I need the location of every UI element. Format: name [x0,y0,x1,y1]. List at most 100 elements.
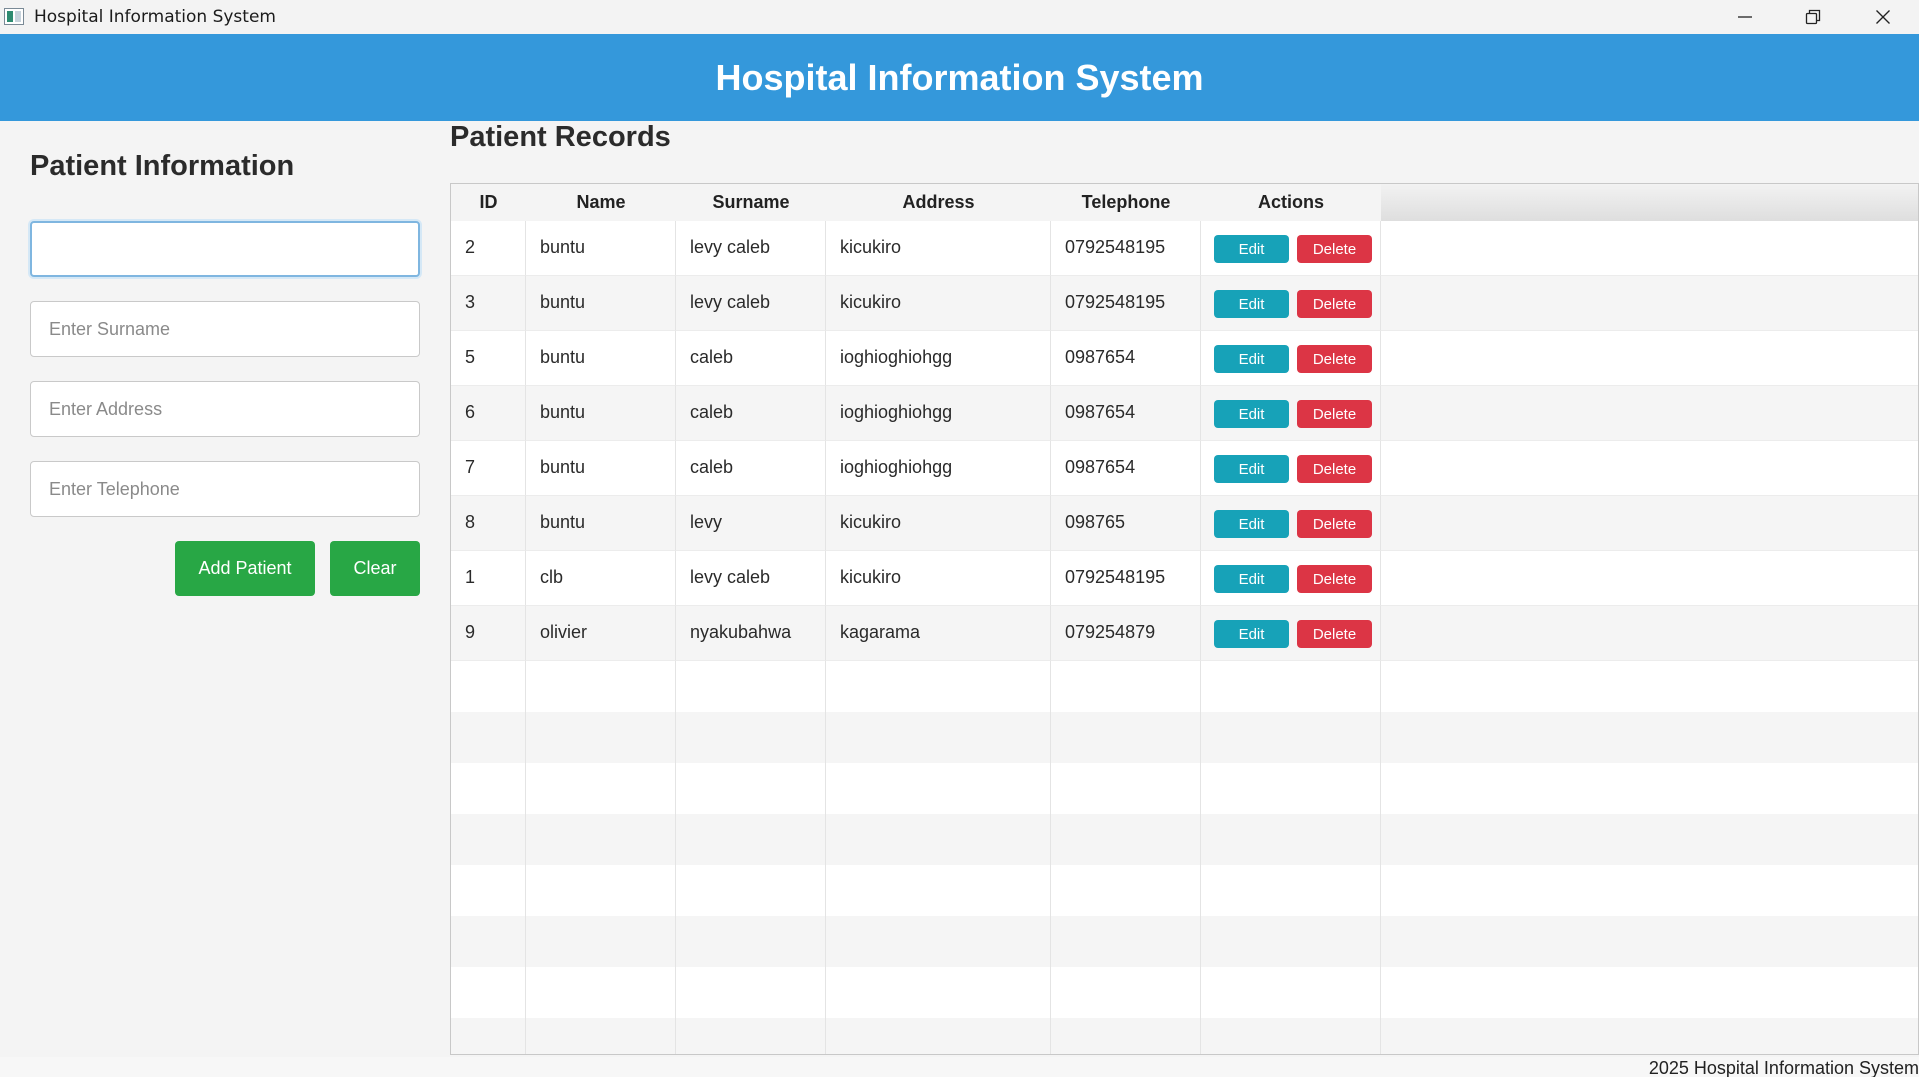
edit-button[interactable]: Edit [1214,345,1289,373]
edit-button[interactable]: Edit [1214,400,1289,428]
clear-button[interactable]: Clear [330,541,420,596]
table-row[interactable]: 1 clb levy caleb kicukiro 0792548195 Edit Dele… [451,551,1918,606]
telephone-input[interactable] [30,461,420,517]
cell-id: 2 [451,221,526,276]
empty-cell [826,814,1051,865]
table-row[interactable]: 2 buntu levy caleb kicukiro 0792548195 Edit De… [451,221,1918,276]
edit-button[interactable]: Edit [1214,455,1289,483]
table-row[interactable]: 3 buntu levy caleb kicukiro 0792548195 Edit De… [451,276,1918,331]
cell-address: ioghioghiohgg [826,331,1051,386]
empty-cell [451,916,526,967]
empty-cell [1051,763,1201,814]
column-header-address[interactable]: Address [826,184,1051,221]
empty-cell [1201,916,1381,967]
empty-table-row [451,1018,1918,1054]
window-title-bar: Hospital Information System [0,0,1919,34]
delete-button[interactable]: Delete [1297,345,1372,373]
cell-telephone: 0987654 [1051,441,1201,496]
restore-button[interactable] [1779,0,1847,34]
edit-button[interactable]: Edit [1214,510,1289,538]
empty-cell [526,814,676,865]
delete-button[interactable]: Delete [1297,400,1372,428]
empty-cell [676,712,826,763]
cell-name: buntu [526,386,676,441]
edit-button[interactable]: Edit [1214,565,1289,593]
table-row[interactable]: 6 buntu caleb ioghioghiohgg 0987654 Edit Delet… [451,386,1918,441]
delete-button[interactable]: Delete [1297,290,1372,318]
cell-address: kicukiro [826,221,1051,276]
empty-table-row [451,967,1918,1018]
delete-button[interactable]: Delete [1297,235,1372,263]
empty-table-row [451,865,1918,916]
empty-table-row [451,916,1918,967]
form-title: Patient Information [30,150,295,182]
close-button[interactable] [1849,0,1917,34]
delete-button[interactable]: Delete [1297,455,1372,483]
table-row[interactable]: 7 buntu caleb ioghioghiohgg 0987654 Edit Delet… [451,441,1918,496]
cell-name: clb [526,551,676,606]
surname-input[interactable] [30,301,420,357]
column-header-surname[interactable]: Surname [676,184,826,221]
empty-cell [826,763,1051,814]
empty-cell [826,1018,1051,1054]
column-header-actions[interactable]: Actions [1201,184,1381,221]
empty-cell [826,967,1051,1018]
edit-button[interactable]: Edit [1214,235,1289,263]
cell-filler [1381,441,1918,496]
cell-name: buntu [526,441,676,496]
empty-cell [1051,712,1201,763]
empty-cell [826,661,1051,712]
cell-surname: caleb [676,386,826,441]
cell-filler [1381,331,1918,386]
cell-filler [1381,763,1918,814]
empty-cell [1051,1018,1201,1054]
table-row[interactable]: 5 buntu caleb ioghioghiohgg 0987654 Edit Delet… [451,331,1918,386]
name-input[interactable] [30,221,420,277]
cell-telephone: 098765 [1051,496,1201,551]
empty-cell [451,865,526,916]
cell-id: 3 [451,276,526,331]
edit-button[interactable]: Edit [1214,290,1289,318]
window-title: Hospital Information System [34,7,276,27]
column-header-id[interactable]: ID [451,184,526,221]
empty-cell [676,967,826,1018]
empty-cell [1201,1018,1381,1054]
cell-name: buntu [526,276,676,331]
cell-telephone: 0792548195 [1051,551,1201,606]
edit-button[interactable]: Edit [1214,620,1289,648]
table-row[interactable]: 9 olivier nyakubahwa kagarama 079254879 Edit D… [451,606,1918,661]
cell-telephone: 0792548195 [1051,276,1201,331]
app-icon [4,8,24,25]
cell-surname: levy caleb [676,276,826,331]
empty-cell [826,712,1051,763]
cell-telephone: 0987654 [1051,386,1201,441]
cell-filler [1381,551,1918,606]
empty-table-row [451,712,1918,763]
empty-cell [526,967,676,1018]
patient-records-table[interactable]: ID Name Surname Address Telephone Action… [450,183,1919,1055]
cell-filler [1381,496,1918,551]
empty-cell [451,1018,526,1054]
add-patient-button[interactable]: Add Patient [175,541,315,596]
footer: 2025 Hospital Information System [0,1057,1919,1077]
delete-button[interactable]: Delete [1297,620,1372,648]
cell-filler [1381,606,1918,661]
empty-cell [1051,967,1201,1018]
column-header-name[interactable]: Name [526,184,676,221]
cell-address: kagarama [826,606,1051,661]
table-row[interactable]: 8 buntu levy kicukiro 098765 Edit Delete [451,496,1918,551]
minimize-button[interactable] [1711,0,1779,34]
cell-id: 5 [451,331,526,386]
column-header-telephone[interactable]: Telephone [1051,184,1201,221]
cell-surname: caleb [676,441,826,496]
empty-cell [676,865,826,916]
delete-button[interactable]: Delete [1297,510,1372,538]
cell-surname: levy caleb [676,221,826,276]
close-icon [1876,10,1890,24]
address-input[interactable] [30,381,420,437]
cell-filler [1381,865,1918,916]
app-header: Hospital Information System [0,34,1919,121]
empty-cell [1051,916,1201,967]
table-header: ID Name Surname Address Telephone Action… [451,184,1918,221]
delete-button[interactable]: Delete [1297,565,1372,593]
